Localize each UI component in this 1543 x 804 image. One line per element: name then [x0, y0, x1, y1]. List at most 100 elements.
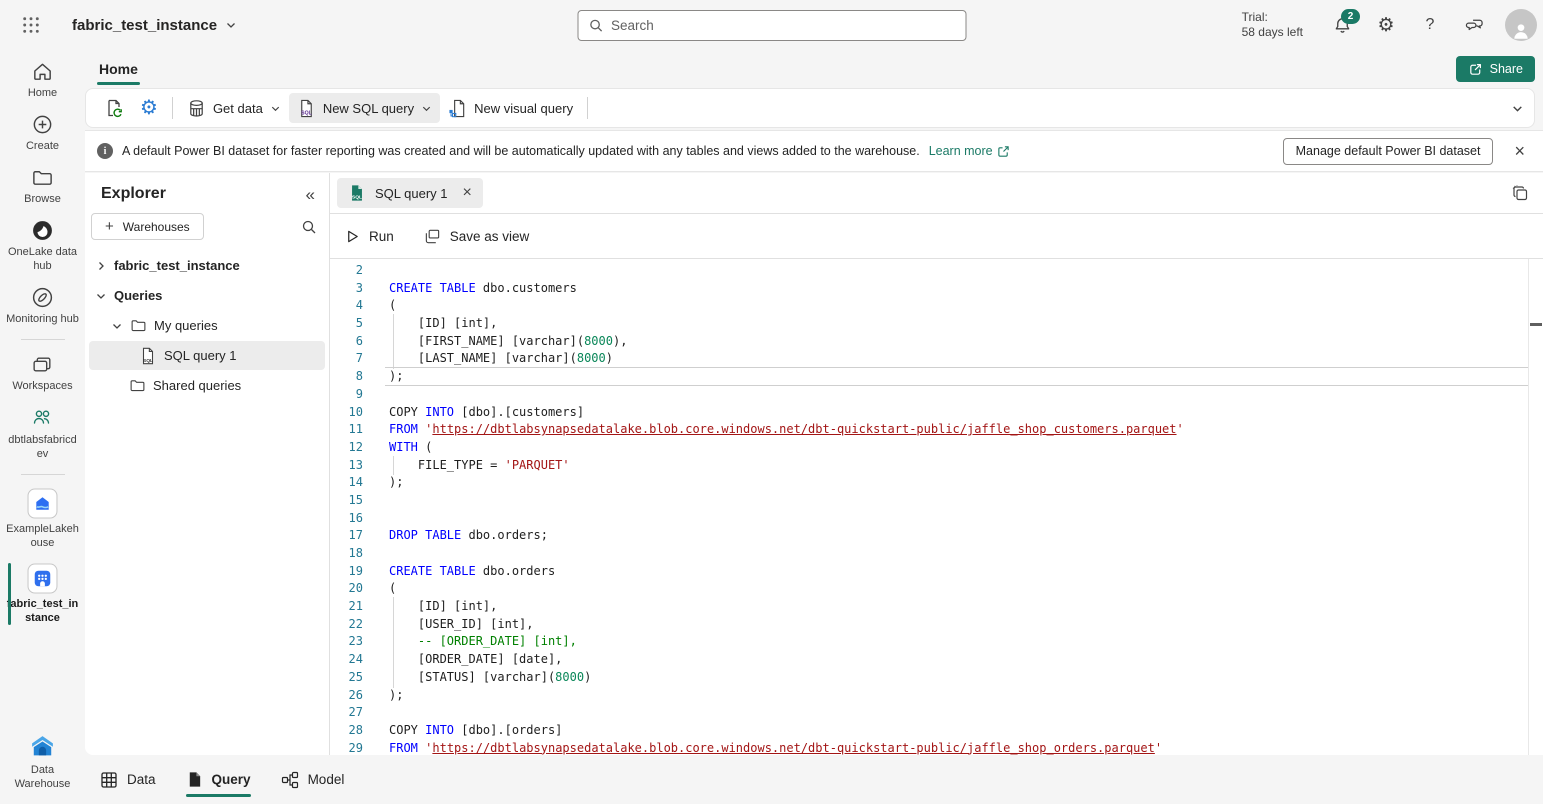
notifications-button[interactable]: 2 — [1329, 16, 1355, 35]
code-line[interactable]: 13 FILE_TYPE = 'PARQUET' — [330, 457, 1543, 475]
code-line[interactable]: 15 — [330, 492, 1543, 510]
rail-item-workspaces[interactable]: Workspaces — [0, 353, 85, 393]
help-button[interactable]: ? — [1417, 16, 1443, 34]
chevron-down-icon[interactable] — [95, 290, 107, 302]
rail-item-browse[interactable]: Browse — [0, 166, 85, 206]
rail-item-label: Workspaces — [12, 379, 72, 393]
share-button[interactable]: Share — [1456, 56, 1535, 82]
code-line[interactable]: 29FROM 'https://dbtlabsynapsedatalake.bl… — [330, 740, 1543, 755]
rail-item-fabric-test-instance[interactable]: fabric_test_instance — [0, 563, 85, 625]
query-tab-label: SQL query 1 — [375, 186, 448, 201]
add-warehouses-button[interactable]: + Warehouses — [91, 213, 204, 240]
save-as-view-button[interactable]: Save as view — [424, 228, 530, 245]
ribbon-separator — [172, 97, 173, 119]
avatar[interactable] — [1505, 9, 1537, 41]
search-input[interactable]: Search — [577, 10, 966, 41]
feedback-button[interactable] — [1461, 16, 1487, 35]
code-line[interactable]: 17DROP TABLE dbo.orders; — [330, 527, 1543, 545]
collapse-panel-icon[interactable]: « — [306, 186, 315, 203]
manage-dataset-button[interactable]: Manage default Power BI dataset — [1283, 138, 1494, 165]
rail-item-create[interactable]: Create — [0, 113, 85, 153]
editor-scrollbar[interactable] — [1528, 259, 1543, 755]
tree-item-fabric-test-instance[interactable]: fabric_test_instance — [89, 251, 325, 280]
refresh-report-icon — [104, 98, 124, 118]
chevron-down-icon — [225, 19, 237, 31]
ribbon-collapse-chevron[interactable] — [1511, 102, 1524, 115]
code-line[interactable]: 18 — [330, 545, 1543, 563]
close-tab-icon[interactable]: × — [463, 185, 472, 201]
explorer-tree: fabric_test_instanceQueriesMy queriesSQL… — [85, 251, 329, 400]
code-line[interactable]: 10COPY INTO [dbo].[customers] — [330, 404, 1543, 422]
code-line[interactable]: 20( — [330, 580, 1543, 598]
code-line[interactable]: 27 — [330, 704, 1543, 722]
tree-item-shared-queries[interactable]: Shared queries — [89, 371, 325, 400]
code-line[interactable]: 12WITH ( — [330, 439, 1543, 457]
copy-icon[interactable] — [1512, 185, 1529, 202]
code-line[interactable]: 24 [ORDER_DATE] [date], — [330, 651, 1543, 669]
chevron-down-icon[interactable] — [111, 320, 123, 332]
code-line[interactable]: 14); — [330, 474, 1543, 492]
code-line[interactable]: 3CREATE TABLE dbo.customers — [330, 280, 1543, 298]
learn-more-link[interactable]: Learn more — [929, 144, 1010, 158]
code-line[interactable]: 28COPY INTO [dbo].[orders] — [330, 722, 1543, 740]
svg-text:SQL: SQL — [352, 194, 362, 200]
code-line[interactable]: 8); — [330, 368, 1543, 386]
code-line[interactable]: 7 [LAST_NAME] [varchar](8000) — [330, 350, 1543, 368]
code-line[interactable]: 21 [ID] [int], — [330, 598, 1543, 616]
line-number: 13 — [330, 457, 363, 475]
code-text: ( — [389, 297, 396, 315]
settings-button[interactable]: ⚙ — [1373, 16, 1399, 35]
gear-icon: ⚙ — [1377, 16, 1394, 35]
rail-item-dbtlabsfabricdev[interactable]: dbtlabsfabricdev — [0, 406, 85, 461]
code-line[interactable]: 26); — [330, 687, 1543, 705]
tree-item-my-queries[interactable]: My queries — [89, 311, 325, 340]
code-line[interactable]: 25 [STATUS] [varchar](8000) — [330, 669, 1543, 687]
rail-item-monitoring-hub[interactable]: Monitoring hub — [0, 286, 85, 326]
rail-item-label: fabric_test_instance — [6, 597, 80, 625]
workspace-switcher[interactable]: fabric_test_instance — [72, 17, 237, 34]
code-line[interactable]: 19CREATE TABLE dbo.orders — [330, 563, 1543, 581]
new-report-button[interactable] — [96, 93, 132, 123]
rail-item-onelake-data-hub[interactable]: OneLake data hub — [0, 219, 85, 273]
monitoring-icon — [31, 286, 54, 309]
people-icon — [30, 406, 55, 430]
code-editor[interactable]: 23CREATE TABLE dbo.customers4(5 [ID] [in… — [330, 259, 1543, 755]
code-line[interactable]: 6 [FIRST_NAME] [varchar](8000), — [330, 333, 1543, 351]
code-line[interactable]: 5 [ID] [int], — [330, 315, 1543, 333]
banner-close-icon[interactable]: × — [1514, 142, 1525, 160]
view-tab-query[interactable]: Query — [186, 755, 251, 804]
query-tab[interactable]: SQL SQL query 1 × — [337, 178, 483, 208]
tab-home[interactable]: Home — [97, 50, 140, 88]
code-line[interactable]: 16 — [330, 510, 1543, 528]
new-sql-query-button[interactable]: SQL New SQL query — [289, 93, 440, 123]
code-text: [USER_ID] [int], — [389, 616, 534, 634]
code-line[interactable]: 23 -- [ORDER_DATE] [int], — [330, 633, 1543, 651]
waffle-menu-icon[interactable] — [14, 8, 48, 42]
rail-item-home[interactable]: Home — [0, 60, 85, 100]
rail-item-label: Create — [26, 139, 59, 153]
code-text: [ID] [int], — [389, 598, 497, 616]
rail-item-examplelakehouse[interactable]: ExampleLakehouse — [0, 488, 85, 550]
code-line[interactable]: 11FROM 'https://dbtlabsynapsedatalake.bl… — [330, 421, 1543, 439]
ribbon-settings-button[interactable]: ⚙ — [132, 93, 166, 123]
view-tab-model[interactable]: Model — [281, 755, 345, 804]
play-icon — [345, 229, 360, 244]
run-button-label: Run — [369, 229, 394, 244]
tree-item-sql-query-1[interactable]: SQLSQL query 1 — [89, 341, 325, 370]
code-line[interactable]: 4( — [330, 297, 1543, 315]
view-tab-data[interactable]: Data — [100, 755, 156, 804]
get-data-button[interactable]: Get data — [179, 93, 289, 123]
view-tab-label: Query — [212, 772, 251, 787]
tree-item-queries[interactable]: Queries — [89, 281, 325, 310]
code-line[interactable]: 22 [USER_ID] [int], — [330, 616, 1543, 634]
page-tab-row: Home Share — [85, 50, 1543, 88]
code-line[interactable]: 2 — [330, 262, 1543, 280]
chevron-right-icon[interactable] — [95, 260, 107, 272]
new-visual-query-button[interactable]: New visual query — [440, 93, 581, 123]
visual-query-icon — [448, 99, 467, 118]
explorer-search-icon[interactable] — [301, 219, 317, 235]
code-line[interactable]: 9 — [330, 386, 1543, 404]
rail-item-data-warehouse[interactable]: Data Warehouse — [0, 733, 85, 791]
learn-more-label: Learn more — [929, 144, 993, 158]
run-button[interactable]: Run — [345, 229, 394, 244]
